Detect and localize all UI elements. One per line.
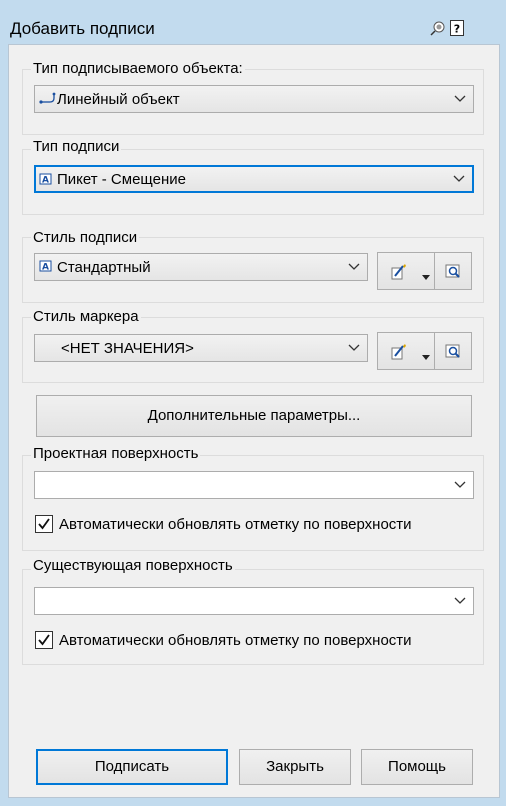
title-bar: Добавить подписи ? [0,0,506,44]
dropdown-arrow-icon [422,268,430,285]
label-type-value: Пикет - Смещение [57,171,186,188]
help-label: Помощь [388,758,446,775]
label-type-label: Тип подписи [31,138,122,155]
design-surface-label: Проектная поверхность [31,445,201,462]
close-label: Закрыть [266,758,324,775]
alignment-icon [39,92,57,110]
label-style-label: Стиль подписи [31,229,140,246]
existing-surface-auto-update-checkbox[interactable] [35,631,53,649]
more-options-label: Дополнительные параметры... [147,407,361,424]
preview-label-style-button[interactable] [434,252,472,290]
object-type-dropdown[interactable]: Линейный объект [34,85,474,113]
checkmark-icon [37,633,51,651]
dropdown-arrow-icon [422,348,430,365]
preview-marker-style-button[interactable] [434,332,472,370]
label-type-dropdown[interactable]: A Пикет - Смещение [34,165,474,193]
help-button[interactable]: Помощь [361,749,473,785]
svg-text:A: A [42,176,49,186]
preview-icon [445,263,463,285]
existing-surface-auto-update-label[interactable]: Автоматически обновлять отметку по повер… [59,632,412,649]
window-title: Добавить подписи [10,19,155,38]
existing-surface-label: Существующая поверхность [31,557,235,574]
dialog-body: Тип подписываемого объекта: Линейный объ… [8,44,500,798]
svg-text:A: A [42,263,49,273]
add-labels-label: Подписать [94,758,170,775]
marker-style-label: Стиль маркера [31,308,141,325]
design-surface-auto-update-checkbox[interactable] [35,515,53,533]
label-style-dropdown[interactable]: A Стандартный [34,253,368,281]
chevron-down-icon [453,594,467,612]
preview-icon [445,343,463,365]
label-style-value: Стандартный [57,259,151,276]
svg-text:?: ? [454,23,460,36]
more-options-button[interactable]: Дополнительные параметры... [36,395,472,437]
chevron-down-icon [347,260,361,278]
object-type-value: Линейный объект [57,91,180,108]
object-type-label: Тип подписываемого объекта: [31,60,245,77]
chevron-down-icon [453,478,467,496]
chevron-down-icon [347,341,361,359]
help-icon[interactable]: ? [450,20,465,40]
label-style-icon: A [39,172,53,190]
close-button[interactable]: Закрыть [239,749,351,785]
label-style-icon: A [39,259,53,277]
edit-style-icon [390,263,408,285]
pin-icon[interactable] [430,20,446,40]
existing-surface-group [22,569,484,665]
chevron-down-icon [452,172,466,190]
add-labels-button[interactable]: Подписать [36,749,228,785]
design-surface-group [22,455,484,551]
checkmark-icon [37,517,51,535]
edit-marker-style-button[interactable] [377,332,435,370]
edit-style-icon [390,343,408,365]
marker-style-value: <НЕТ ЗНАЧЕНИЯ> [61,340,194,357]
existing-surface-dropdown[interactable] [34,587,474,615]
design-surface-auto-update-label[interactable]: Автоматически обновлять отметку по повер… [59,516,412,533]
marker-style-dropdown[interactable]: <НЕТ ЗНАЧЕНИЯ> [34,334,368,362]
chevron-down-icon [453,92,467,110]
edit-label-style-button[interactable] [377,252,435,290]
design-surface-dropdown[interactable] [34,471,474,499]
